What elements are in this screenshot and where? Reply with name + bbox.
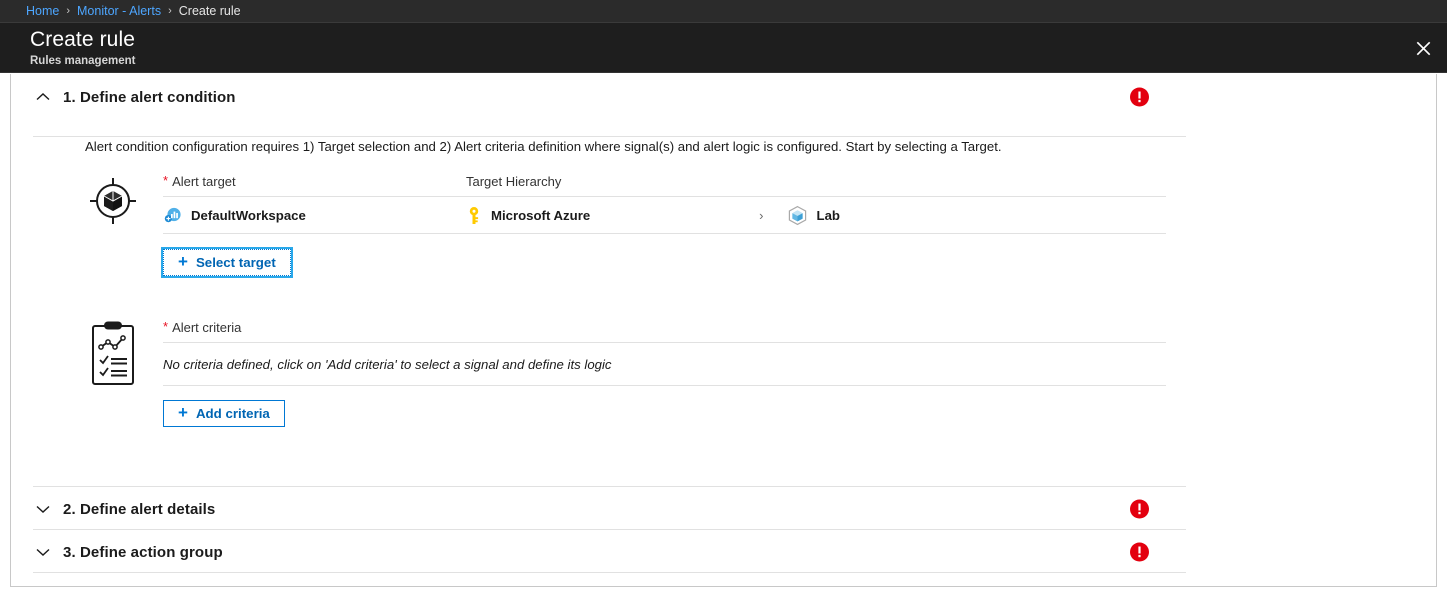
alert-target-labels: * Alert target Target Hierarchy xyxy=(163,174,1166,196)
status-badge-error xyxy=(1130,543,1149,562)
section-divider xyxy=(33,136,1186,137)
section-divider xyxy=(33,572,1186,573)
breadcrumb-separator-icon: › xyxy=(66,5,70,17)
close-icon xyxy=(1416,41,1431,56)
resource-group-cube-icon xyxy=(787,205,808,226)
add-criteria-button-wrap: + Add criteria xyxy=(11,400,1436,427)
blade-header: Create rule Rules management xyxy=(0,23,1447,73)
plus-icon: + xyxy=(178,404,188,421)
alert-criteria-labels: * Alert criteria xyxy=(163,320,1166,342)
alert-criteria-label: Alert criteria xyxy=(172,320,241,335)
log-analytics-workspace-icon xyxy=(163,206,182,225)
clipboard-chart-checklist-icon xyxy=(87,320,139,386)
add-criteria-button-label: Add criteria xyxy=(196,406,270,421)
alert-target-resource-name: DefaultWorkspace xyxy=(191,208,306,223)
hierarchy-resource-group-name: Lab xyxy=(817,208,840,223)
required-marker: * xyxy=(163,320,168,334)
alert-target-label: Alert target xyxy=(172,174,236,189)
section-header-define-alert-details[interactable]: 2. Define alert details xyxy=(11,486,1436,532)
section-title: 2. Define alert details xyxy=(63,501,215,518)
breadcrumb: Home › Monitor - Alerts › Create rule xyxy=(0,0,1447,23)
divider xyxy=(163,385,1166,386)
breadcrumb-item-create-rule: Create rule xyxy=(179,4,241,18)
breadcrumb-separator-icon: › xyxy=(168,5,172,17)
close-button[interactable] xyxy=(1399,23,1447,73)
target-crosshair-cube-icon xyxy=(87,174,139,226)
section-title: 3. Define action group xyxy=(63,544,223,561)
breadcrumb-item-home[interactable]: Home xyxy=(26,4,59,18)
select-target-button[interactable]: + Select target xyxy=(163,249,291,276)
alert-criteria-empty-message: No criteria defined, click on 'Add crite… xyxy=(163,343,1166,385)
select-target-button-wrap: + Select target xyxy=(11,249,1436,276)
hierarchy-scope-name: Microsoft Azure xyxy=(491,208,590,223)
page-subtitle: Rules management xyxy=(30,53,1447,69)
plus-icon: + xyxy=(178,253,188,270)
required-marker: * xyxy=(163,174,168,188)
page-title: Create rule xyxy=(30,27,1447,52)
alert-criteria-block: * Alert criteria No criteria defined, cl… xyxy=(11,320,1436,386)
chevron-up-icon[interactable] xyxy=(33,87,53,107)
chevron-down-icon[interactable] xyxy=(33,499,53,519)
breadcrumb-item-monitor-alerts[interactable]: Monitor - Alerts xyxy=(77,4,161,18)
add-criteria-button[interactable]: + Add criteria xyxy=(163,400,285,427)
content-panel: 1. Define alert condition Alert conditio… xyxy=(10,74,1437,587)
section-description: Alert condition configuration requires 1… xyxy=(11,120,1436,156)
divider xyxy=(163,233,1166,234)
section-title: 1. Define alert condition xyxy=(63,89,236,106)
chevron-down-icon[interactable] xyxy=(33,542,53,562)
alert-target-row: DefaultWorkspace Microsof xyxy=(163,197,1166,233)
status-badge-error xyxy=(1130,500,1149,519)
azure-key-icon xyxy=(466,206,482,225)
hierarchy-separator-icon: › xyxy=(759,208,763,223)
alert-target-block: * Alert target Target Hierarchy xyxy=(11,174,1436,234)
select-target-button-label: Select target xyxy=(196,255,276,270)
section-header-define-action-group[interactable]: 3. Define action group xyxy=(11,529,1436,575)
create-rule-blade: Home › Monitor - Alerts › Create rule Cr… xyxy=(0,0,1447,594)
section-header-define-alert-condition[interactable]: 1. Define alert condition xyxy=(11,74,1436,120)
status-badge-error xyxy=(1130,88,1149,107)
target-hierarchy-label: Target Hierarchy xyxy=(466,174,561,189)
